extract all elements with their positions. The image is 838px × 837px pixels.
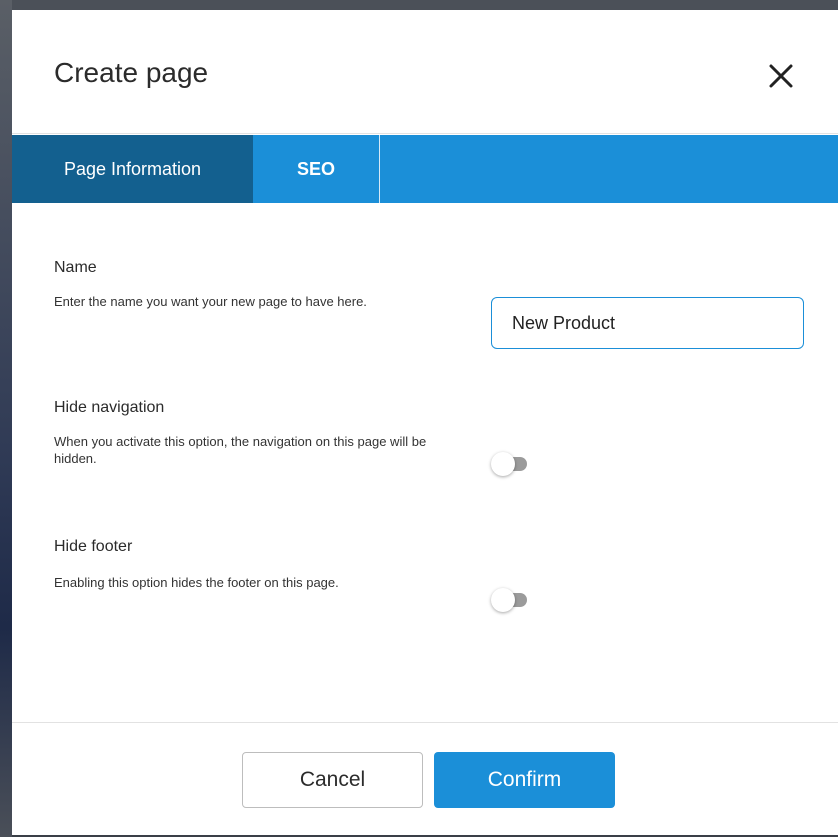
toggle-knob — [491, 588, 515, 612]
hide-navigation-toggle[interactable] — [491, 452, 529, 476]
create-page-dialog: Create page Page Information SEO Name En… — [12, 10, 838, 835]
page-backdrop-edge — [0, 0, 12, 837]
tab-bar: Page Information SEO — [12, 135, 838, 203]
hide-footer-title: Hide footer — [54, 538, 133, 555]
tab-label: Page Information — [63, 158, 202, 179]
close-button[interactable] — [764, 59, 798, 93]
confirm-button[interactable]: Confirm — [434, 752, 615, 808]
name-field-title: Name — [54, 259, 97, 276]
cancel-button[interactable]: Cancel — [242, 752, 423, 808]
hide-footer-toggle[interactable] — [491, 588, 529, 612]
tab-page-information[interactable]: Page Information — [12, 135, 253, 203]
hide-navigation-description: When you activate this option, the navig… — [54, 434, 427, 466]
dialog-title: Create page — [54, 57, 209, 88]
close-icon — [769, 64, 793, 88]
name-field-description: Enter the name you want your new page to… — [54, 294, 367, 309]
hide-footer-description: Enabling this option hides the footer on… — [54, 575, 339, 590]
tab-label: SEO — [296, 158, 335, 179]
footer-divider — [12, 722, 838, 723]
page-name-input[interactable] — [491, 297, 804, 349]
tab-seo[interactable]: SEO — [253, 135, 380, 203]
hide-navigation-title: Hide navigation — [54, 399, 165, 416]
toggle-knob — [491, 452, 515, 476]
page-backdrop-top — [0, 0, 838, 10]
dialog-header: Create page — [12, 10, 838, 134]
